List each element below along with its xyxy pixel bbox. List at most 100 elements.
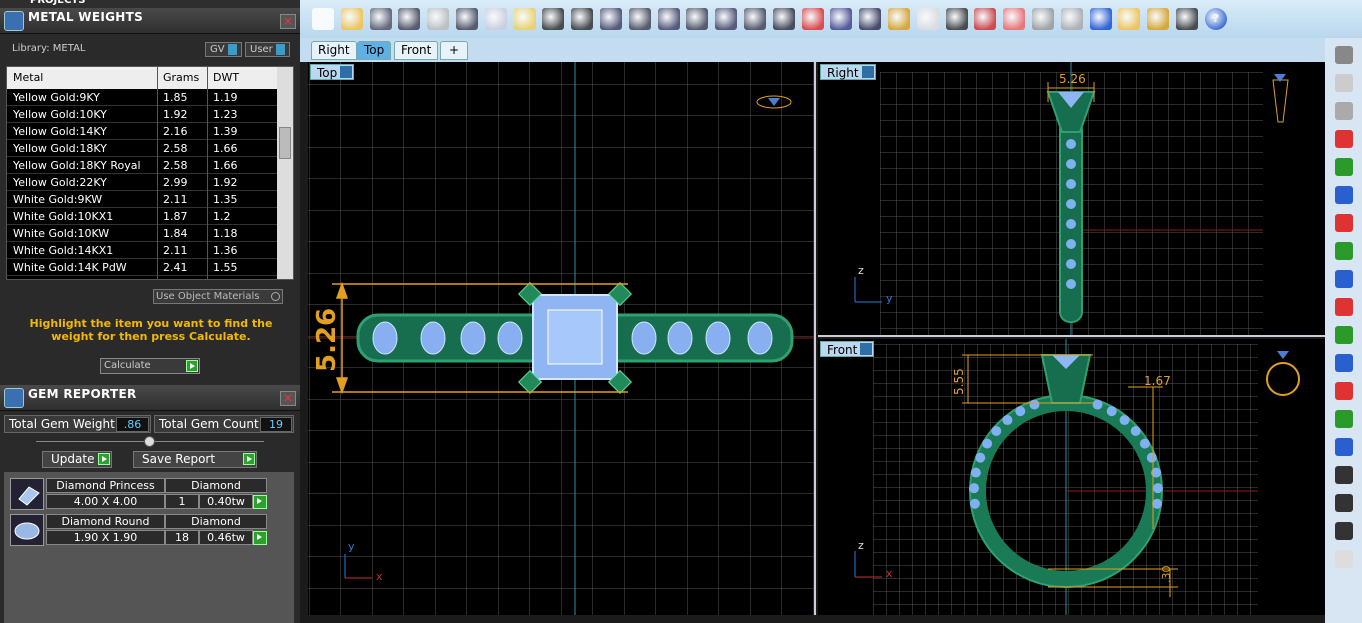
lightbulb-icon[interactable] xyxy=(916,8,939,30)
zoom-window-icon[interactable] xyxy=(657,8,680,30)
line-icon[interactable] xyxy=(1335,494,1353,512)
arrows-down-blue-icon[interactable] xyxy=(1335,438,1353,456)
use-object-materials-button[interactable]: Use Object Materials xyxy=(153,289,283,304)
gem-marker xyxy=(1152,498,1163,509)
print-icon[interactable] xyxy=(398,8,421,30)
dimension-icon[interactable] xyxy=(830,8,853,30)
close-icon[interactable]: ✕ xyxy=(280,391,296,406)
sphere-icon[interactable] xyxy=(1032,8,1054,30)
tree-icon[interactable] xyxy=(1176,8,1198,30)
gear-icon[interactable] xyxy=(1147,8,1170,30)
arrows-vertical-blue-icon[interactable] xyxy=(1335,354,1353,372)
gv-toggle[interactable]: GV xyxy=(205,42,242,57)
arrows-vertical-icon[interactable] xyxy=(1335,326,1353,344)
pan-hand-icon[interactable] xyxy=(571,8,594,30)
metal-weights-icon xyxy=(4,11,24,31)
grams-value: 2.11 xyxy=(163,244,188,257)
viewport-label-front[interactable]: Front xyxy=(820,341,875,357)
color-wheel-icon[interactable] xyxy=(1003,8,1026,30)
close-icon[interactable]: ✕ xyxy=(280,14,296,29)
viewport-right[interactable]: Right 5.26 z y xyxy=(818,62,1325,337)
curve-icon[interactable] xyxy=(1335,466,1353,484)
table-row[interactable]: Yellow Gold:9KY 1.85 1.19 xyxy=(7,89,277,106)
dwt-value: 1.35 xyxy=(213,193,238,206)
table-row[interactable]: Yellow Gold:18KY Royal 2.58 1.66 xyxy=(7,157,277,174)
dwt-value: 1.55 xyxy=(213,261,238,274)
axis-z-label: z xyxy=(858,264,864,277)
table-row[interactable]: Yellow Gold:22KY 2.99 1.92 xyxy=(7,174,277,191)
lock-icon[interactable] xyxy=(945,8,968,30)
viewport-label-top[interactable]: Top xyxy=(310,64,355,80)
update-button[interactable]: Update xyxy=(42,451,112,468)
undo-icon[interactable] xyxy=(542,8,565,30)
calculate-button[interactable]: Calculate xyxy=(100,358,200,374)
table-row[interactable]: Yellow Gold:18KY 2.58 1.66 xyxy=(7,140,277,157)
save-report-button[interactable]: Save Report xyxy=(133,451,257,468)
cut-icon[interactable] xyxy=(456,8,478,30)
help-icon[interactable]: ? xyxy=(1204,8,1227,30)
tab-front[interactable]: Front xyxy=(394,41,439,60)
arrow-up-blue-icon[interactable] xyxy=(1335,186,1353,204)
grid-icon[interactable] xyxy=(772,8,795,30)
table-row[interactable]: White Gold:9KW 2.11 1.35 xyxy=(7,191,277,208)
table-row[interactable]: Yellow Gold:14KY 2.16 1.39 xyxy=(7,123,277,140)
arrows-up-down-icon[interactable] xyxy=(1335,410,1353,428)
snap-icon[interactable] xyxy=(859,8,882,30)
collapse-icon[interactable] xyxy=(144,436,155,447)
globe-icon[interactable] xyxy=(1089,8,1112,30)
new-file-icon[interactable] xyxy=(312,8,334,30)
table-row[interactable]: White Gold:10KX1 1.87 1.2 xyxy=(7,208,277,225)
layers-icon[interactable] xyxy=(888,8,910,30)
copy-icon[interactable] xyxy=(484,8,507,30)
rotate-view-icon[interactable] xyxy=(744,8,766,30)
book-icon[interactable] xyxy=(974,8,997,30)
col-dwt[interactable]: DWT xyxy=(213,71,239,84)
arrows-left-right-icon[interactable] xyxy=(1335,382,1353,400)
save-icon[interactable] xyxy=(369,8,392,30)
car-icon[interactable] xyxy=(801,8,824,30)
viewport-label-right[interactable]: Right xyxy=(820,64,876,80)
zoom-extents-icon[interactable] xyxy=(686,8,709,30)
play-icon[interactable] xyxy=(253,495,267,509)
orbit-icon[interactable] xyxy=(1335,46,1353,64)
table-row[interactable]: Yellow Gold:10KY 1.92 1.23 xyxy=(7,106,277,123)
zoom-icon[interactable] xyxy=(715,8,738,30)
play-icon[interactable] xyxy=(253,531,267,545)
line-edit-icon[interactable] xyxy=(1335,522,1353,540)
move-icon[interactable] xyxy=(600,8,622,30)
add-tab-button[interactable]: + xyxy=(440,41,468,60)
table-row[interactable]: White Gold:14K PdW 2.41 1.55 xyxy=(7,259,277,276)
tab-top[interactable]: Top xyxy=(357,41,392,60)
export-icon[interactable] xyxy=(427,8,450,30)
arrow-down-icon[interactable] xyxy=(1335,242,1353,260)
render-icon[interactable] xyxy=(1335,102,1353,120)
viewport-top[interactable]: Top 5.26 y x xyxy=(308,62,816,615)
arrow-right-icon[interactable] xyxy=(1335,130,1353,148)
paste-icon[interactable] xyxy=(513,8,536,30)
light-icon[interactable] xyxy=(1335,74,1353,92)
table-row[interactable]: White Gold:10KW 1.84 1.18 xyxy=(7,225,277,242)
eraser-icon[interactable] xyxy=(1335,550,1353,568)
list-item[interactable]: Diamond Round Diamond 1.90 X 1.90 18 0.4… xyxy=(10,514,272,546)
wand-icon[interactable] xyxy=(1118,8,1141,30)
arrow-left-icon[interactable] xyxy=(1335,214,1353,232)
viewport-front[interactable]: Front 5.55 1.67 .30 z x xyxy=(818,339,1325,615)
scroll-thumb[interactable] xyxy=(279,127,291,159)
gem-size: 1.90 X 1.90 xyxy=(46,530,165,545)
table-row[interactable]: White Gold:14KX1 2.11 1.36 xyxy=(7,242,277,259)
gem-marker xyxy=(1139,438,1150,449)
gem-marker xyxy=(1092,399,1103,410)
list-item[interactable]: Diamond Princess Diamond 4.00 X 4.00 1 0… xyxy=(10,478,272,510)
col-grams[interactable]: Grams xyxy=(163,71,199,84)
arrow-down-blue-icon[interactable] xyxy=(1335,270,1353,288)
tab-right[interactable]: Right xyxy=(311,41,357,60)
user-toggle[interactable]: User xyxy=(245,42,290,57)
metal-table[interactable]: Metal Grams DWT Yellow Gold:9KY 1.85 1.19 Y… xyxy=(6,66,294,280)
arrow-up-icon[interactable] xyxy=(1335,158,1353,176)
arrows-horizontal-icon[interactable] xyxy=(1335,298,1353,316)
sphere-shaded-icon[interactable] xyxy=(1060,8,1083,30)
open-folder-icon[interactable] xyxy=(340,8,363,30)
col-metal[interactable]: Metal xyxy=(13,71,43,84)
zoom-in-icon[interactable] xyxy=(628,8,651,30)
table-scrollbar[interactable] xyxy=(277,67,293,279)
